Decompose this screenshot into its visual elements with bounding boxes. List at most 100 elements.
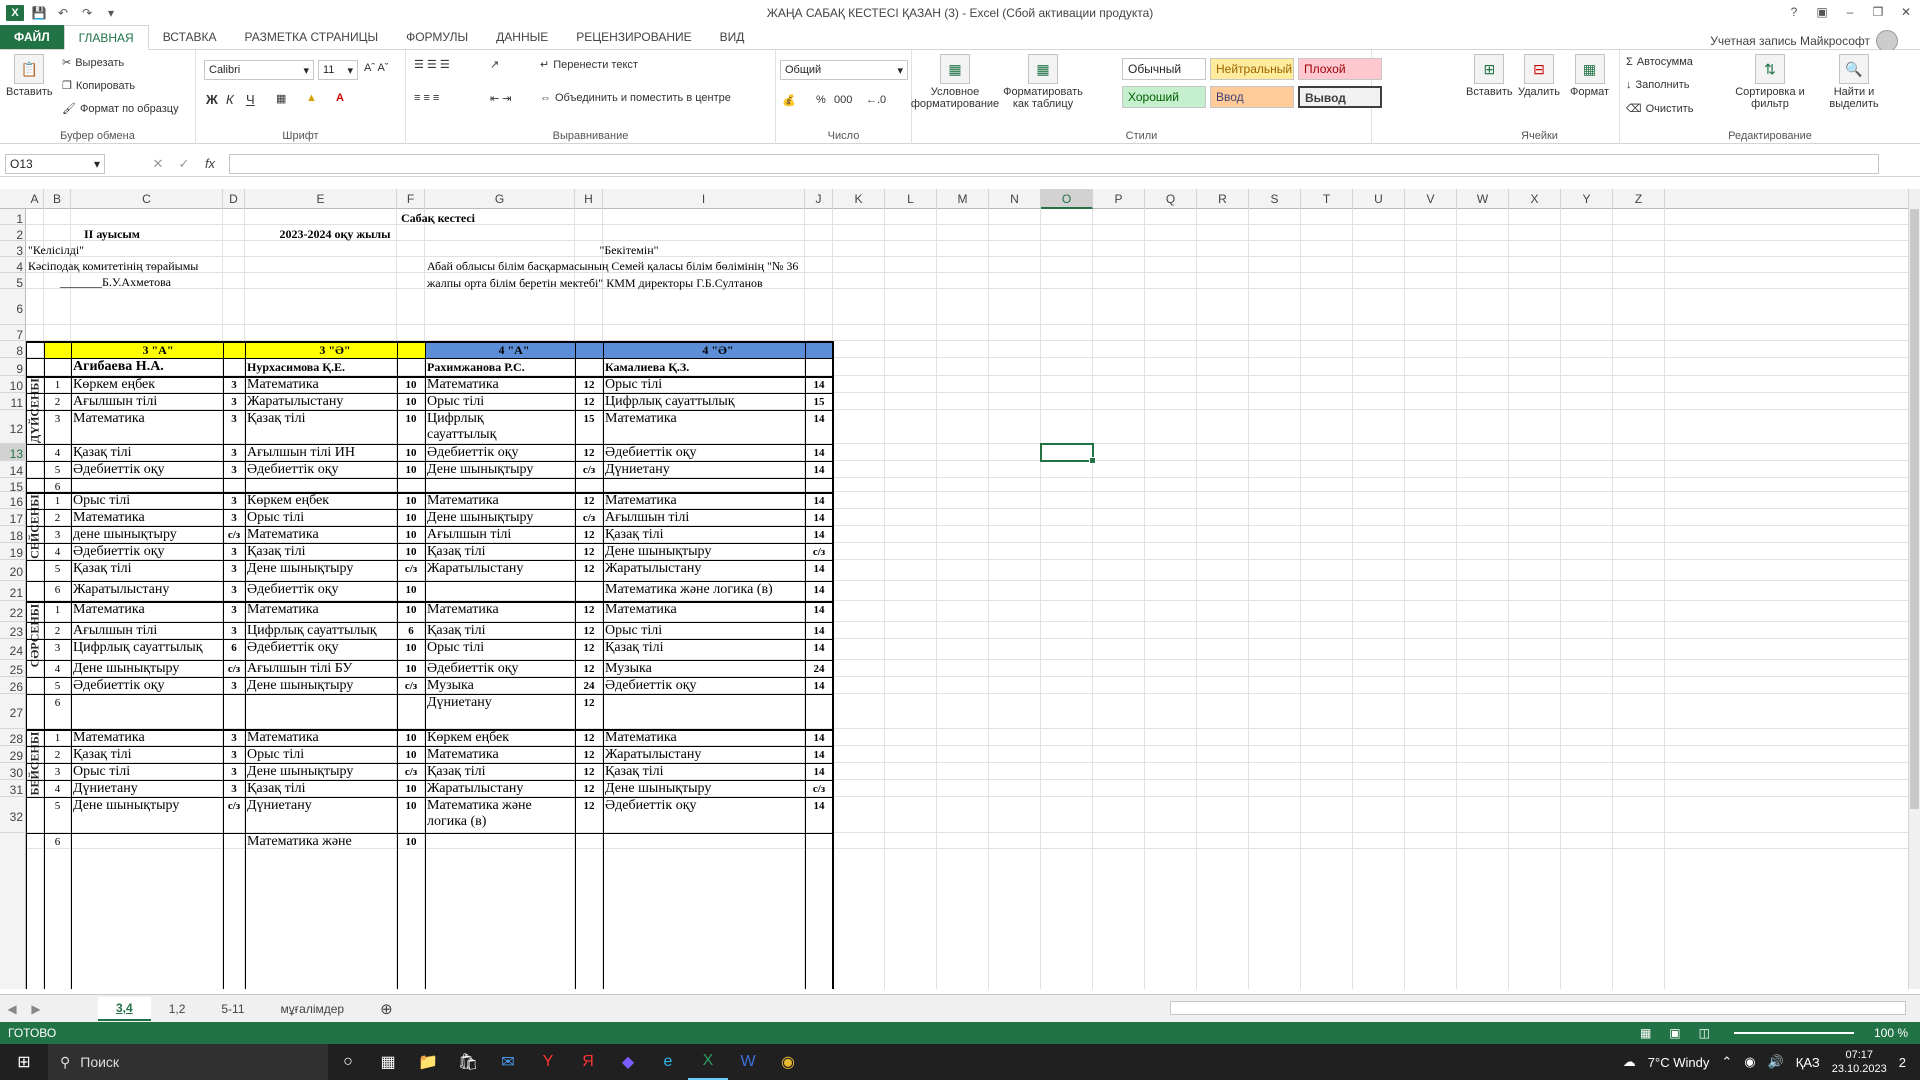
lesson-cell[interactable] bbox=[603, 478, 805, 492]
borders-icon[interactable]: ▦ bbox=[276, 92, 286, 105]
room-cell[interactable]: с/з bbox=[805, 543, 833, 560]
director-block[interactable]: Абай облысы білім басқармасының Семей қа… bbox=[425, 257, 833, 325]
room-cell[interactable]: 12 bbox=[575, 526, 603, 543]
lesson-cell[interactable]: Орыс тілі bbox=[245, 746, 397, 763]
page-break-icon[interactable]: ◫ bbox=[1699, 1026, 1710, 1040]
room-cell[interactable]: 10 bbox=[397, 444, 425, 461]
room-cell[interactable] bbox=[223, 694, 245, 729]
row-header[interactable]: 15 bbox=[0, 478, 26, 494]
lesson-cell[interactable]: Цифрлық сауаттылық bbox=[425, 410, 545, 444]
row-header[interactable]: 14 bbox=[0, 461, 26, 478]
name-box[interactable]: O13 ▾ bbox=[5, 153, 105, 174]
lesson-cell[interactable]: Музыка bbox=[425, 677, 545, 694]
room-cell[interactable]: 14 bbox=[805, 376, 833, 393]
yandex-icon[interactable]: Я bbox=[568, 1044, 608, 1080]
room-cell[interactable]: с/з bbox=[397, 677, 425, 694]
lesson-number[interactable]: 1 bbox=[44, 492, 71, 509]
room-cell[interactable]: 3 bbox=[223, 601, 245, 622]
save-icon[interactable]: 💾 bbox=[30, 4, 48, 22]
lesson-cell[interactable]: Математика және логика (в) bbox=[603, 581, 805, 601]
orientation-icon[interactable]: ↗ bbox=[490, 58, 499, 71]
lesson-number[interactable]: 6 bbox=[44, 833, 71, 849]
lesson-cell[interactable]: Жаратылыстану bbox=[603, 746, 805, 763]
class-header[interactable]: 4 "Ә" bbox=[603, 341, 833, 358]
column-header[interactable]: I bbox=[603, 189, 805, 209]
column-header[interactable]: S bbox=[1249, 189, 1301, 209]
column-header[interactable]: D bbox=[223, 189, 245, 209]
lesson-cell[interactable] bbox=[425, 833, 545, 849]
normal-view-icon[interactable]: ▦ bbox=[1640, 1026, 1651, 1040]
lesson-cell[interactable]: Математика bbox=[603, 492, 805, 509]
add-sheet-icon[interactable]: ⊕ bbox=[362, 997, 411, 1021]
cancel-icon[interactable]: ✕ bbox=[145, 156, 171, 172]
lesson-cell[interactable]: Әдебиеттік оқу bbox=[425, 444, 545, 461]
lesson-number[interactable]: 4 bbox=[44, 444, 71, 461]
lesson-number[interactable]: 6 bbox=[44, 478, 71, 492]
room-cell[interactable]: 14 bbox=[805, 410, 833, 444]
tab-page-layout[interactable]: РАЗМЕТКА СТРАНИЦЫ bbox=[231, 25, 393, 49]
room-cell[interactable]: 3 bbox=[223, 444, 245, 461]
row-header[interactable]: 7 bbox=[0, 325, 26, 342]
account-area[interactable]: Учетная запись Майкрософт bbox=[1710, 30, 1898, 52]
lesson-cell[interactable]: Дене шынықтыру bbox=[245, 677, 397, 694]
room-cell[interactable]: 10 bbox=[397, 660, 425, 677]
wrap-text-button[interactable]: ↵ Перенести текст bbox=[540, 58, 638, 72]
row-header[interactable]: 22 bbox=[0, 601, 26, 622]
tab-data[interactable]: ДАННЫЕ bbox=[482, 25, 562, 49]
union-label[interactable]: Кәсіподақ комитетінің төрайымы bbox=[26, 257, 223, 273]
insert-cells-button[interactable]: ⊞ Вставить bbox=[1466, 54, 1513, 98]
lesson-cell[interactable]: Математика bbox=[425, 492, 545, 509]
currency-icon[interactable]: 💰 bbox=[782, 94, 796, 107]
ribbon-display-icon[interactable]: ▣ bbox=[1808, 0, 1836, 24]
lesson-number[interactable]: 2 bbox=[44, 746, 71, 763]
lesson-cell[interactable]: Математика bbox=[71, 601, 223, 622]
sheet-tab-teachers[interactable]: мұғалімдер bbox=[263, 997, 363, 1021]
lesson-cell[interactable] bbox=[245, 694, 397, 729]
room-cell[interactable]: 3 bbox=[223, 492, 245, 509]
room-cell[interactable]: 10 bbox=[397, 780, 425, 797]
conditional-format-button[interactable]: ▦ Условное форматирование bbox=[911, 54, 999, 110]
room-cell[interactable]: с/з bbox=[223, 526, 245, 543]
horizontal-scrollbar[interactable] bbox=[1170, 1001, 1906, 1015]
room-cell[interactable]: 6 bbox=[397, 622, 425, 639]
lesson-number[interactable]: 5 bbox=[44, 677, 71, 694]
room-cell[interactable]: 14 bbox=[805, 797, 833, 833]
excel-taskbar-icon[interactable]: X bbox=[688, 1044, 728, 1080]
room-cell[interactable]: 3 bbox=[223, 543, 245, 560]
room-cell[interactable]: 3 bbox=[223, 581, 245, 601]
tray-chevron-icon[interactable]: ⌃ bbox=[1721, 1054, 1732, 1070]
lesson-cell[interactable]: Математика bbox=[425, 376, 545, 393]
lesson-cell[interactable]: Математика bbox=[71, 410, 223, 444]
percent-button[interactable]: % bbox=[816, 94, 826, 106]
room-cell[interactable]: 3 bbox=[223, 746, 245, 763]
row-header[interactable]: 12 bbox=[0, 410, 26, 444]
room-cell[interactable]: 24 bbox=[805, 660, 833, 677]
lesson-cell[interactable]: Ағылшын тілі bbox=[603, 509, 805, 526]
close-button[interactable]: ✕ bbox=[1892, 0, 1920, 24]
room-cell[interactable]: 12 bbox=[575, 444, 603, 461]
lesson-cell[interactable]: Әдебиеттік оқу bbox=[245, 639, 397, 660]
task-view-icon[interactable]: ○ bbox=[328, 1044, 368, 1080]
lesson-number[interactable]: 5 bbox=[44, 797, 71, 833]
lesson-number[interactable]: 5 bbox=[44, 461, 71, 478]
lesson-cell[interactable]: Дене шынықтыру bbox=[71, 797, 223, 833]
column-header[interactable]: N bbox=[989, 189, 1041, 209]
room-cell[interactable]: 14 bbox=[805, 461, 833, 478]
row-header[interactable]: 21 bbox=[0, 581, 26, 601]
room-cell[interactable]: 15 bbox=[805, 393, 833, 410]
row-header[interactable]: 10 bbox=[0, 376, 26, 393]
column-header[interactable]: B bbox=[44, 189, 71, 209]
lesson-cell[interactable]: Дүниетану bbox=[603, 461, 805, 478]
column-header[interactable]: J bbox=[805, 189, 833, 209]
room-cell[interactable]: 3 bbox=[223, 393, 245, 410]
redo-icon[interactable]: ↷ bbox=[78, 4, 96, 22]
column-header[interactable]: U bbox=[1353, 189, 1405, 209]
room-cell[interactable]: 14 bbox=[805, 639, 833, 660]
insert-function-icon[interactable]: fx bbox=[197, 156, 223, 171]
row-header[interactable]: 11 bbox=[0, 393, 26, 410]
row-header[interactable]: 13 bbox=[0, 444, 26, 461]
word-icon[interactable]: W bbox=[728, 1044, 768, 1080]
lesson-cell[interactable]: Көркем еңбек bbox=[245, 492, 397, 509]
lesson-cell[interactable]: Цифрлық сауаттылық bbox=[603, 393, 805, 410]
lesson-number[interactable]: 1 bbox=[44, 729, 71, 746]
